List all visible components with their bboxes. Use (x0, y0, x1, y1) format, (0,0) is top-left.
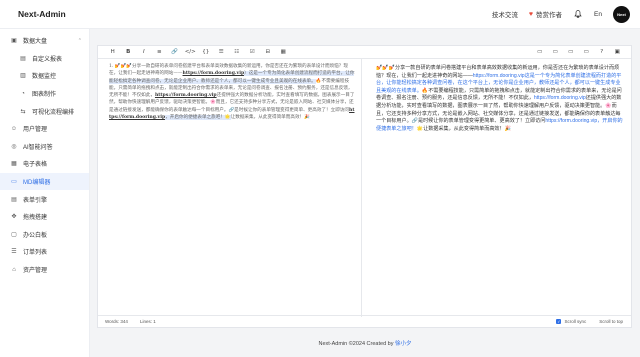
sidebar-item-order-list[interactable]: ☰ 订单列表 (0, 243, 89, 261)
sidebar-item-label: MD编辑器 (23, 180, 51, 187)
drag-icon: ✥ (11, 214, 17, 221)
form-icon: ▤ (11, 196, 17, 203)
sidebar-item-label: 电子表格 (23, 162, 48, 169)
markdown-preview-pane: 💅💅💅分享一款自研的表单问卷搭建平台和表单高效数据收集的新运用，你是否还在为繁琐… (362, 59, 632, 317)
image-button[interactable]: ⊟ (260, 49, 276, 55)
inline-code-button[interactable]: </> (183, 49, 199, 55)
bold-button[interactable]: B (121, 49, 137, 55)
sheet-icon: ▦ (11, 161, 17, 168)
order-icon: ☰ (11, 249, 17, 256)
source-highlight: 无论是企业用户、教师还是个人，都可以一键生成专业且美观的在线表单。 (164, 78, 316, 84)
avatar[interactable]: Next (613, 5, 630, 23)
preview-text: 🌟让数据采集，从此变得简单而高效！🎉 (416, 125, 511, 132)
sidebar-item-label: 表单引擎 (23, 197, 48, 204)
settings-button[interactable]: ▣ (610, 49, 626, 55)
sidebar-item-custom-report[interactable]: ▤ 自定义报表 (0, 50, 89, 68)
checkbox-checked-icon[interactable]: ✓ (556, 319, 562, 324)
preview-link[interactable]: https://form.dooring.vip (473, 73, 525, 79)
markdown-icon: ▭ (11, 179, 17, 186)
help-button[interactable]: ? (594, 49, 610, 55)
sidebar-item-md-editor[interactable]: ▭ MD编辑器 (0, 172, 89, 191)
topbar: Next-Admin 技术交流 ♥ 赞赏作者 En Next (0, 0, 640, 29)
editor-toolbar: H B I ≡ 🔗 </> {} ☰ ☷ ☑ ⊟ ▦ ▭ ▭ ▭ ▭ ? ▣ (98, 46, 631, 59)
sidebar-item-asset-management[interactable]: ⌂ 资产管理 (0, 261, 89, 279)
fullscreen-button[interactable]: ▭ (579, 49, 595, 55)
sidebar-item-flow-editor[interactable]: ⇆ 可视化流程编排 (0, 102, 89, 120)
code-block-button[interactable]: {} (198, 49, 214, 55)
tech-exchange-link[interactable]: 技术交流 (492, 9, 518, 19)
link-button[interactable]: 🔗 (167, 49, 183, 55)
app-title[interactable]: Next-Admin (0, 9, 90, 19)
unordered-list-button[interactable]: ☰ (214, 49, 230, 55)
task-list-button[interactable]: ☑ (245, 49, 261, 55)
heading-button[interactable]: H (105, 49, 121, 55)
user-icon: ☺ (10, 125, 18, 132)
footer-author-link[interactable]: 徐小夕 (395, 341, 412, 347)
flow-icon: ⇆ (20, 108, 26, 115)
source-highlight: ，开启你的便捷表单之旅吧！🌟 (165, 115, 231, 121)
report-icon: ▤ (20, 55, 26, 62)
preview-mode-button[interactable]: ▭ (563, 49, 579, 55)
italic-button[interactable]: I (136, 49, 152, 55)
markdown-source-pane[interactable]: 1. 💅💅💅分享一款自研的表单问卷搭建平台和表单高效数据收集的新运用，你是否还在… (98, 59, 362, 317)
sidebar-item-data-monitor[interactable]: ▥ 数据监控 (0, 67, 89, 85)
sidebar-item-whiteboard[interactable]: ▢ 办公白板 (0, 226, 89, 244)
table-button[interactable]: ▦ (276, 49, 292, 55)
sidebar-item-label: AI智能问答 (23, 144, 53, 151)
sidebar-item-chart-maker[interactable]: ◔ 图表制作 (0, 85, 89, 103)
sidebar-item-label: 用户管理 (23, 127, 48, 134)
markdown-preview-text: 💅💅💅分享一款自研的表单问卷搭建平台和表单高效数据收集的新运用，你是否还在为繁琐… (376, 65, 624, 133)
footer-text: Next-Admin ©2024 Created by (318, 341, 394, 347)
topbar-actions: 技术交流 ♥ 赞赏作者 En Next (492, 5, 640, 23)
sidebar-item-label: 数据大盘 (23, 39, 48, 46)
chevron-up-icon: ⌃ (77, 37, 82, 44)
dashboard-icon: ▣ (11, 38, 17, 45)
sidebar-item-ai-qa[interactable]: ◎ AI智能问答 (0, 138, 89, 156)
scroll-sync-label: Scroll sync (564, 319, 587, 324)
footer: Next-Admin ©2024 Created by 徐小夕 (90, 339, 640, 347)
write-mode-button[interactable]: ▭ (532, 49, 548, 55)
scroll-to-top-button[interactable]: Scroll to top (599, 319, 623, 324)
sponsor-link[interactable]: ♥ 赞赏作者 (528, 9, 563, 20)
ordered-list-button[interactable]: ☷ (229, 49, 245, 55)
markdown-editor: H B I ≡ 🔗 </> {} ☰ ☷ ☑ ⊟ ▦ ▭ ▭ ▭ ▭ ? ▣ 1… (97, 45, 632, 328)
language-switch[interactable]: En (594, 11, 602, 18)
word-count: Words: 344 (105, 319, 128, 324)
sidebar-item-label: 拖拽搭建 (23, 215, 48, 222)
markdown-source-text[interactable]: 1. 💅💅💅分享一款自研的表单问卷搭建平台和表单高效数据收集的新运用，你是否还在… (109, 63, 355, 121)
monitor-icon: ▥ (20, 73, 26, 80)
sidebar-item-spreadsheet[interactable]: ▦ 电子表格 (0, 155, 89, 173)
editor-statusbar: Words: 344 Lines: 1 ✓ Scroll sync Scroll… (98, 315, 631, 327)
asset-icon: ⌂ (12, 266, 16, 273)
sidebar-item-form-engine[interactable]: ▤ 表单引擎 (0, 190, 89, 208)
chart-icon: ◔ (21, 90, 25, 97)
preview-link[interactable]: https://form.dooring.vip (545, 118, 597, 124)
source-link: https://form.dooring.vip (154, 93, 217, 99)
whiteboard-icon: ▢ (11, 231, 17, 238)
sponsor-label: 赞赏作者 (536, 12, 563, 19)
toolbar-right-group: ▭ ▭ ▭ ▭ ? ▣ (532, 49, 631, 55)
sidebar-item-label: 订单列表 (23, 250, 48, 257)
sidebar-item-label: 数据监控 (32, 74, 57, 81)
sidebar-item-user-management[interactable]: ☺ 用户管理 (0, 120, 89, 138)
line-count: Lines: 1 (139, 319, 156, 324)
sidebar-item-label: 可视化流程编排 (32, 109, 75, 116)
heart-icon: ♥ (528, 10, 534, 18)
sidebar: ▣ 数据大盘 ⌃ ▤ 自定义报表 ▥ 数据监控 ◔ 图表制作 ⇆ 可视化流程编排… (0, 29, 90, 357)
sidebar-item-label: 办公白板 (23, 232, 48, 239)
scroll-sync-toggle[interactable]: ✓ Scroll sync Scroll to top (556, 319, 631, 324)
preview-link[interactable]: https://form.dooring.vip (534, 95, 586, 101)
source-link: https://form.dooring.vip (182, 71, 245, 77)
main-content: H B I ≡ 🔗 </> {} ☰ ☷ ☑ ⊟ ▦ ▭ ▭ ▭ ▭ ? ▣ 1… (90, 29, 640, 357)
sidebar-item-drag-builder[interactable]: ✥ 拖拽搭建 (0, 208, 89, 226)
quote-button[interactable]: ≡ (152, 49, 168, 55)
sidebar-item-dashboard[interactable]: ▣ 数据大盘 ⌃ (0, 32, 89, 50)
split-mode-button[interactable]: ▭ (548, 49, 564, 55)
sidebar-item-label: 图表制作 (32, 92, 57, 99)
ai-icon: ◎ (11, 143, 17, 150)
source-text: 让数据采集，从此变得简单而高效！🎉 (230, 115, 310, 121)
sidebar-item-label: 资产管理 (23, 268, 48, 275)
bell-icon[interactable] (573, 9, 583, 19)
sidebar-item-label: 自定义报表 (32, 56, 63, 63)
